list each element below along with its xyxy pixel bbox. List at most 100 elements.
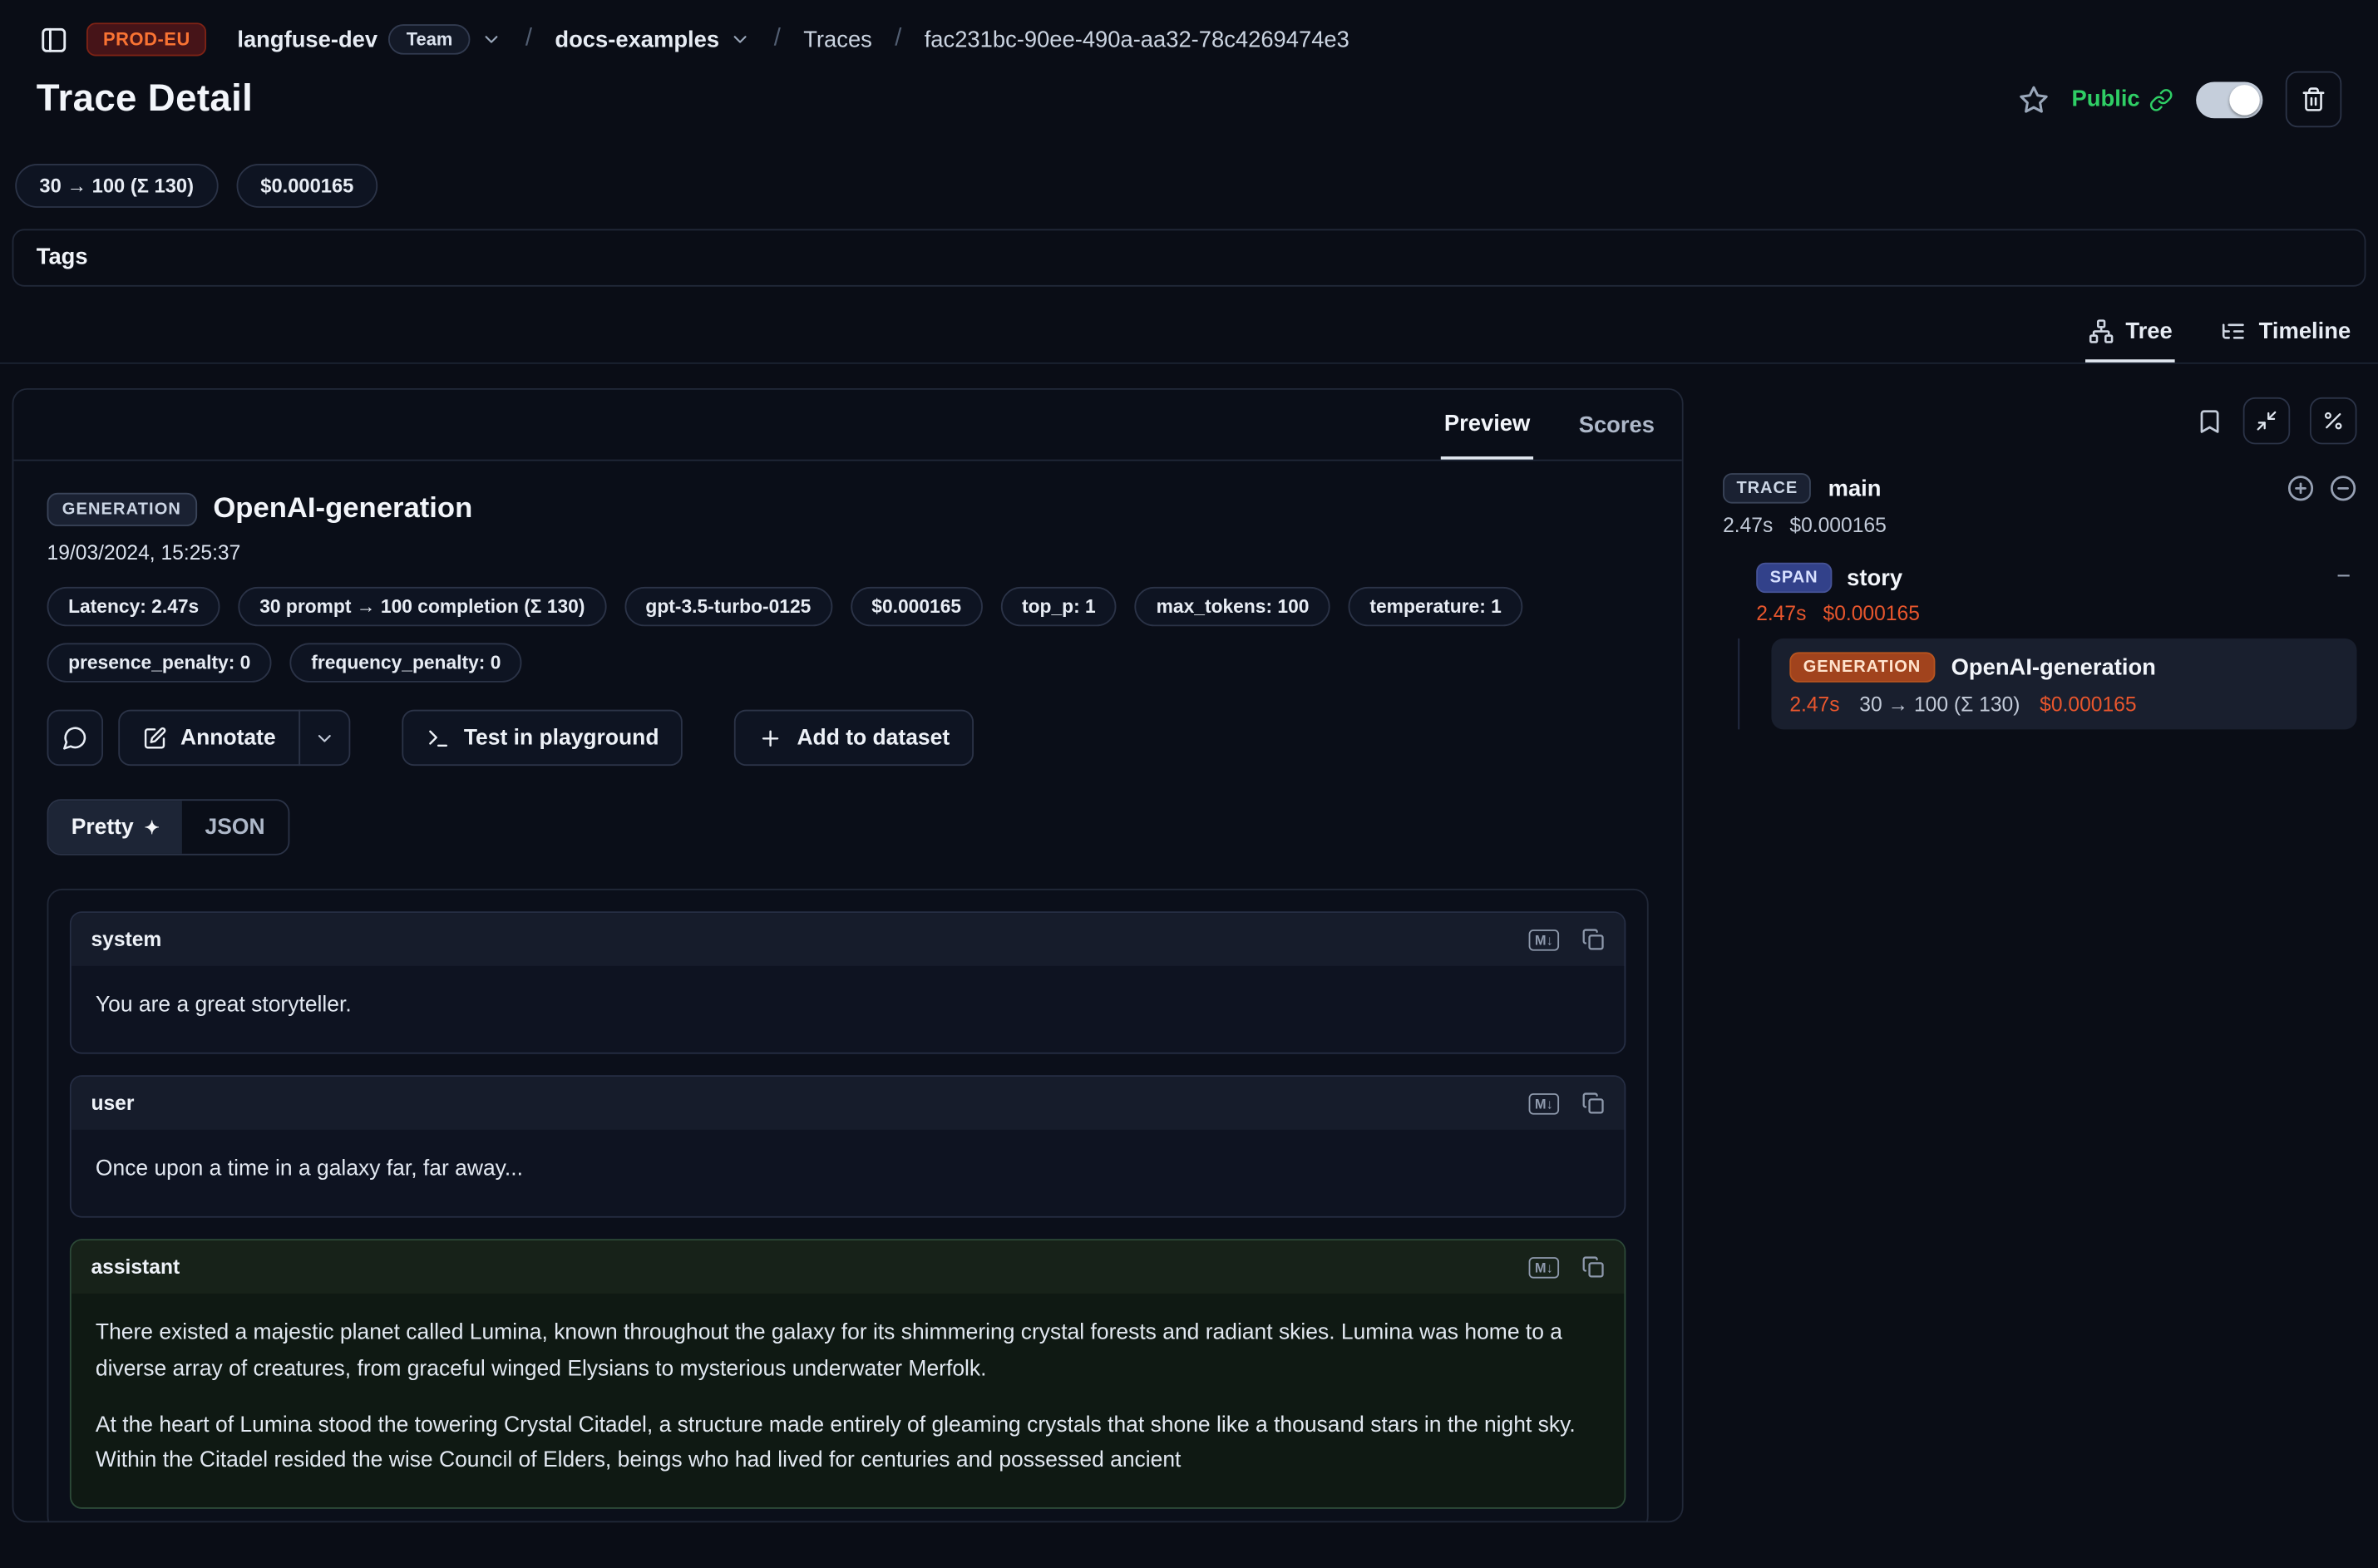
tree-node-span[interactable]: SPAN story − 2.47s $0.000165 [1756, 563, 2356, 625]
span-metrics: 2.47s $0.000165 [1756, 602, 2356, 624]
span-latency: 2.47s [1756, 602, 1806, 624]
bookmark-icon[interactable] [2196, 407, 2223, 435]
token-usage-badge: 30 → 100 (Σ 130) [15, 164, 218, 208]
message-tools: M↓ [1529, 1256, 1605, 1279]
trace-badge: TRACE [1723, 473, 1812, 503]
copy-icon[interactable] [1581, 1092, 1604, 1115]
expand-all-icon[interactable] [2287, 475, 2315, 502]
trace-latency: 2.47s [1723, 514, 1773, 536]
format-pretty-button[interactable]: Pretty ✦ [48, 801, 182, 854]
header-actions: Public [2019, 71, 2342, 127]
trace-metrics: 2.47s $0.000165 [1723, 514, 2356, 536]
breadcrumb-trace-id: fac231bc-90ee-490a-aa32-78c4269474e3 [925, 27, 1349, 52]
message-role: assistant [91, 1256, 180, 1279]
collapse-children-icon[interactable]: − [2336, 565, 2356, 592]
star-icon[interactable] [2019, 84, 2049, 114]
trace-name: main [1828, 476, 1882, 501]
trace-cost: $0.000165 [1789, 514, 1886, 536]
share-link-icon[interactable] [2149, 87, 2173, 111]
message-system: system M↓ You are a great storyteller. [70, 911, 1626, 1054]
tab-timeline[interactable]: Timeline [2218, 305, 2353, 362]
generation-cost: $0.000165 [2040, 693, 2136, 716]
breadcrumb-separator: / [520, 26, 536, 53]
tree-node-trace[interactable]: TRACE main [1723, 473, 2356, 503]
annotate-button[interactable]: Annotate [118, 710, 300, 766]
generation-metadata-pills-2: presence_penalty: 0 frequency_penalty: 0 [47, 643, 1649, 682]
toggle-metrics-button[interactable] [2310, 397, 2357, 445]
generation-metrics: 2.47s 30 → 100 (Σ 130) $0.000165 [1789, 693, 2338, 716]
public-toggle[interactable] [2196, 81, 2262, 118]
generation-tokens: 30 → 100 (Σ 130) [1859, 693, 2020, 716]
tab-tree[interactable]: Tree [2084, 305, 2175, 362]
generation-row: GENERATION OpenAI-generation [1789, 652, 2338, 682]
format-json-button[interactable]: JSON [182, 801, 288, 854]
sidebar-toggle-icon[interactable] [39, 25, 68, 54]
message-assistant: assistant M↓ There existed a majestic pl… [70, 1240, 1626, 1509]
chevron-down-icon[interactable] [481, 29, 503, 51]
comment-button[interactable] [47, 710, 103, 766]
tree-toolbar [1723, 397, 2356, 445]
token-pill: 30 prompt → 100 completion (Σ 130) [239, 587, 606, 626]
pen-icon [142, 726, 166, 750]
tree-node-generation-selected[interactable]: GENERATION OpenAI-generation 2.47s 30 → … [1771, 639, 2356, 729]
generation-node-name: OpenAI-generation [1951, 654, 2156, 680]
message-role: system [91, 928, 161, 950]
terminal-icon [426, 726, 450, 750]
markdown-toggle-icon[interactable]: M↓ [1529, 1257, 1559, 1279]
add-to-dataset-button[interactable]: Add to dataset [735, 710, 974, 766]
breadcrumb-separator: / [769, 26, 785, 53]
observation-type-badge: GENERATION [47, 493, 197, 526]
message-tools: M↓ [1529, 928, 1605, 950]
generation-name: OpenAI-generation [213, 493, 472, 526]
observation-detail-card: Preview Scores GENERATION OpenAI-generat… [12, 388, 1684, 1522]
page-title: Trace Detail [37, 77, 253, 121]
sparkle-icon: ✦ [144, 816, 159, 838]
message-role: user [91, 1092, 134, 1115]
public-label: Public [2072, 86, 2140, 112]
plus-icon [759, 726, 783, 750]
app: PROD-EU langfuse-dev Team / docs-example… [0, 0, 2378, 1568]
breadcrumb-org[interactable]: langfuse-dev Team [237, 24, 502, 54]
span-name: story [1847, 565, 1902, 590]
message-header: user M↓ [72, 1077, 1625, 1130]
generation-actions: Annotate Test in playground [47, 710, 1649, 766]
view-switcher: Tree Timeline [0, 305, 2378, 364]
max-tokens-pill: max_tokens: 100 [1135, 587, 1330, 626]
messages-container: system M↓ You are a great storyteller. [47, 889, 1649, 1522]
span-row: SPAN story − [1756, 563, 2356, 593]
model-pill: gpt-3.5-turbo-0125 [624, 587, 832, 626]
trace-tree-panel: TRACE main 2.47s $0.000165 SPAN [1723, 388, 2366, 729]
test-in-playground-button[interactable]: Test in playground [402, 710, 683, 766]
latency-pill: Latency: 2.47s [47, 587, 220, 626]
tree-icon [2088, 318, 2114, 344]
generation-title-row: GENERATION OpenAI-generation [47, 493, 1649, 526]
copy-icon[interactable] [1581, 1256, 1604, 1279]
copy-icon[interactable] [1581, 928, 1604, 950]
tab-preview[interactable]: Preview [1441, 390, 1533, 460]
span-children: GENERATION OpenAI-generation 2.47s 30 → … [1738, 639, 2356, 729]
cost-pill: $0.000165 [851, 587, 983, 626]
trace-stats: 30 → 100 (Σ 130) $0.000165 [0, 127, 2378, 208]
detail-body: GENERATION OpenAI-generation 19/03/2024,… [13, 461, 1681, 1522]
markdown-toggle-icon[interactable]: M↓ [1529, 929, 1559, 950]
tags-section[interactable]: Tags [12, 229, 2366, 286]
message-tools: M↓ [1529, 1092, 1605, 1115]
message-content: You are a great storyteller. [72, 966, 1625, 1053]
frequency-penalty-pill: frequency_penalty: 0 [290, 643, 522, 682]
format-toggle: Pretty ✦ JSON [47, 799, 289, 855]
tree-row-actions [2287, 475, 2357, 502]
message-content: There existed a majestic planet called L… [72, 1294, 1625, 1508]
chevron-down-icon[interactable] [730, 29, 752, 51]
generation-badge: GENERATION [1789, 652, 1934, 682]
markdown-toggle-icon[interactable]: M↓ [1529, 1093, 1559, 1115]
delete-trace-button[interactable] [2286, 71, 2341, 127]
collapse-node-icon[interactable] [2330, 475, 2357, 502]
top-p-pill: top_p: 1 [1000, 587, 1117, 626]
tab-scores[interactable]: Scores [1576, 390, 1658, 460]
presence-penalty-pill: presence_penalty: 0 [47, 643, 272, 682]
breadcrumb: PROD-EU langfuse-dev Team / docs-example… [0, 0, 2378, 56]
breadcrumb-project[interactable]: docs-examples [555, 27, 751, 52]
annotate-dropdown-button[interactable] [298, 710, 350, 766]
breadcrumb-traces-link[interactable]: Traces [803, 27, 872, 52]
collapse-all-button[interactable] [2243, 397, 2291, 445]
